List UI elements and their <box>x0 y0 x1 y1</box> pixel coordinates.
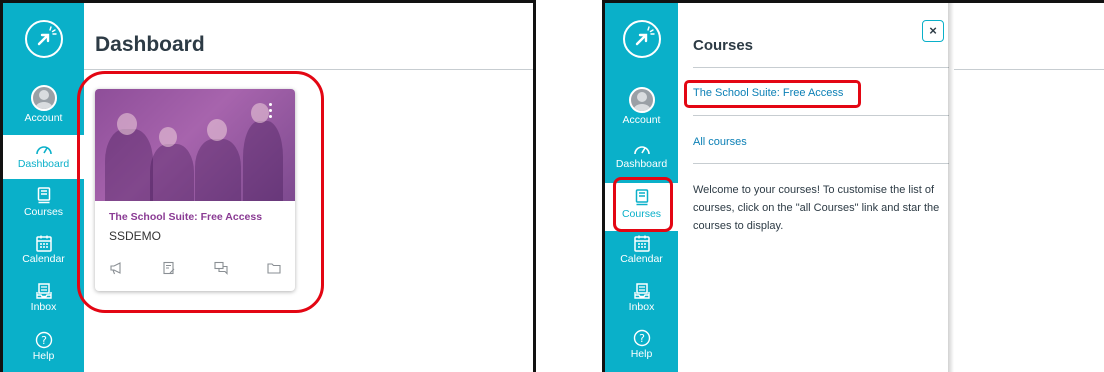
nav-help[interactable]: ? Help <box>605 329 678 369</box>
tray-divider <box>693 67 949 68</box>
logo-icon[interactable] <box>24 20 63 58</box>
highlight-ring-course-link <box>684 80 861 108</box>
close-tray-button[interactable]: × <box>922 20 944 42</box>
nav-dashboard[interactable]: Dashboard <box>3 135 84 179</box>
tray-divider <box>693 115 949 116</box>
nav-calendar-label: Calendar <box>22 253 65 265</box>
header-divider <box>84 69 533 70</box>
header-divider <box>954 69 1104 70</box>
avatar <box>628 87 655 113</box>
nav-dashboard[interactable]: Dashboard <box>605 141 678 181</box>
avatar <box>30 85 57 111</box>
dashboard-icon <box>633 146 650 155</box>
nav-account-label: Account <box>622 114 661 126</box>
nav-dashboard-label: Dashboard <box>17 158 70 170</box>
nav-inbox[interactable]: Inbox <box>605 283 678 323</box>
calendar-icon <box>35 235 52 252</box>
nav-help[interactable]: ? Help <box>3 331 84 371</box>
close-icon: × <box>929 23 937 38</box>
tray-title: Courses <box>693 37 754 54</box>
nav-calendar[interactable]: Calendar <box>605 235 678 275</box>
svg-text:?: ? <box>41 334 47 347</box>
page-title: Dashboard <box>95 33 205 56</box>
inbox-icon <box>35 283 52 299</box>
nav-calendar-label: Calendar <box>620 253 663 265</box>
dashboard-screenshot: Account Dashboard Courses Calendar Inbox… <box>0 0 536 372</box>
tray-welcome-text: Welcome to your courses! To customise th… <box>693 184 940 232</box>
nav-inbox-label: Inbox <box>628 301 655 313</box>
nav-calendar[interactable]: Calendar <box>3 235 84 275</box>
courses-icon <box>37 187 50 204</box>
nav-courses-label: Courses <box>23 206 64 218</box>
tray-divider <box>693 163 949 164</box>
logo-icon[interactable] <box>622 20 661 58</box>
dashboard-icon <box>35 146 52 155</box>
help-icon: ? <box>35 331 52 349</box>
highlight-ring-courses-nav <box>613 177 673 232</box>
all-courses-link[interactable]: All courses <box>693 136 747 148</box>
nav-account-label: Account <box>24 112 63 124</box>
global-nav: Account Dashboard Courses Calendar Inbox… <box>3 3 84 372</box>
courses-tray-screenshot: Account Dashboard Courses Calendar Inbox… <box>602 0 1104 372</box>
nav-help-label: Help <box>630 348 653 360</box>
inbox-icon <box>633 283 650 299</box>
nav-help-label: Help <box>32 350 55 362</box>
nav-courses[interactable]: Courses <box>3 187 84 227</box>
nav-inbox-label: Inbox <box>30 301 57 313</box>
highlight-ring-card <box>77 71 324 313</box>
nav-account[interactable]: Account <box>3 85 84 131</box>
tray-shadow <box>948 3 954 372</box>
nav-inbox[interactable]: Inbox <box>3 283 84 323</box>
calendar-icon <box>633 235 650 252</box>
nav-dashboard-label: Dashboard <box>615 158 668 170</box>
svg-text:?: ? <box>639 332 645 345</box>
nav-account[interactable]: Account <box>605 87 678 133</box>
help-icon: ? <box>633 329 650 347</box>
